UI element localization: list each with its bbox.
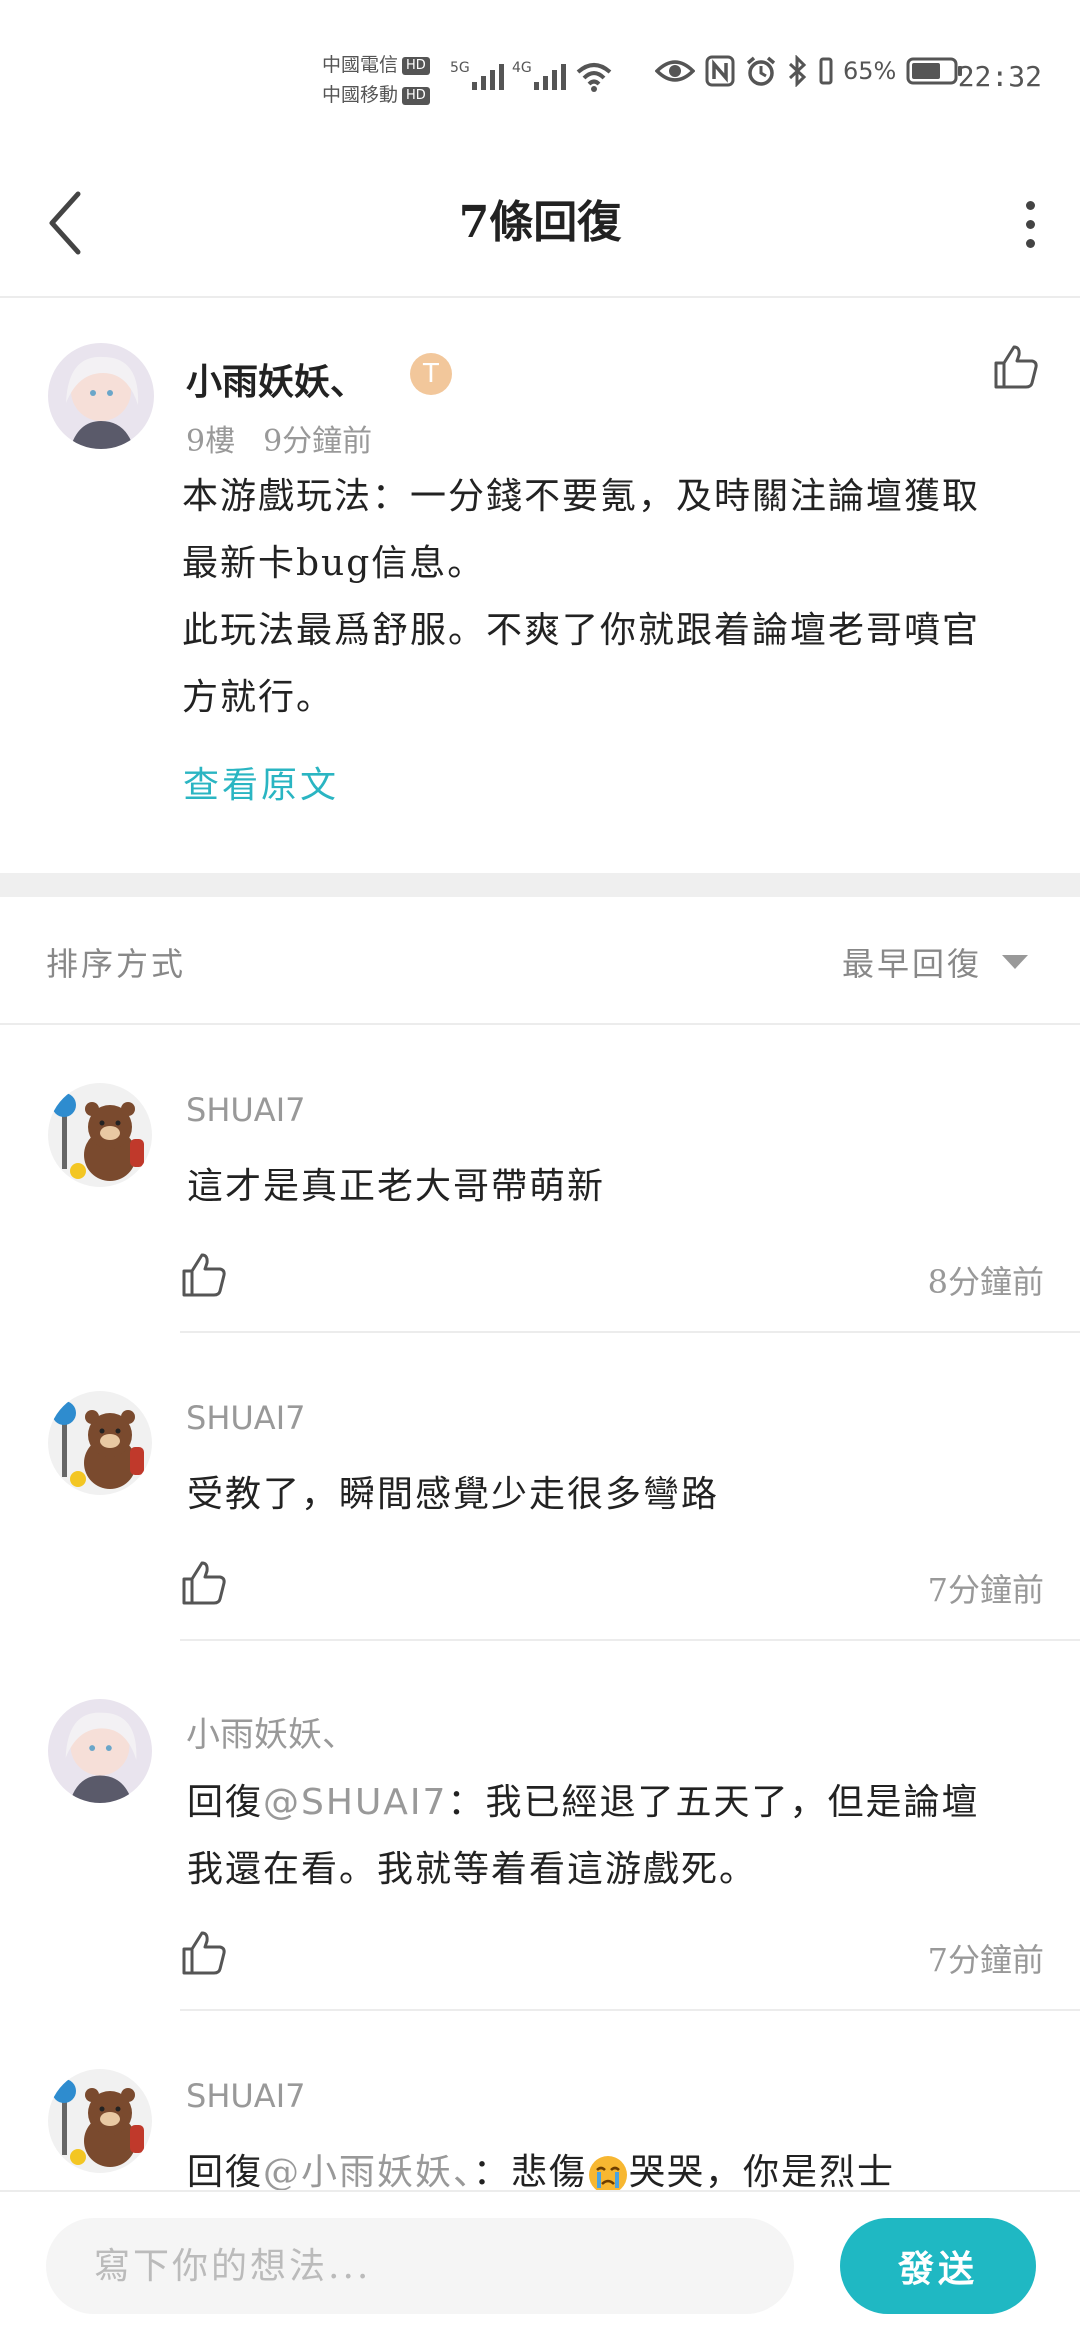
avatar[interactable] bbox=[48, 2069, 152, 2173]
carrier-info: 中國電信 HD 中國移動 HD bbox=[322, 50, 430, 110]
carrier-1: 中國電信 bbox=[322, 54, 399, 76]
mention-link[interactable]: @小雨妖妖、 bbox=[263, 2152, 473, 2191]
thumbs-up-icon[interactable] bbox=[992, 343, 1040, 391]
mention-link[interactable]: @SHUAI7 bbox=[263, 1782, 447, 1823]
avatar[interactable] bbox=[48, 343, 154, 449]
avatar[interactable] bbox=[48, 1391, 152, 1495]
reply-text: 回復@SHUAI7：我已經退了五天了，但是論壇我還在看。我就等着看這游戲死。 bbox=[187, 1769, 1017, 1903]
post-body: 本游戲玩法：一分錢不要氪，及時關注論壇獲取最新卡bug信息。 此玩法最爲舒服。不… bbox=[182, 463, 1012, 731]
original-post: 小雨妖妖、 T 9樓 9分鐘前 本游戲玩法：一分錢不要氪，及時關注論壇獲取最新卡b… bbox=[0, 298, 1080, 873]
hd-badge: HD bbox=[402, 86, 430, 105]
chevron-down-icon[interactable] bbox=[1002, 955, 1028, 969]
hd-badge: HD bbox=[402, 56, 430, 75]
more-options-icon[interactable] bbox=[1022, 194, 1038, 250]
reply-item: 小雨妖妖、 回復@SHUAI7：我已經退了五天了，但是論壇我還在看。我就等着看這… bbox=[0, 1641, 1080, 2013]
network-4g: 4G bbox=[512, 60, 532, 76]
thumbs-up-icon[interactable] bbox=[180, 1559, 228, 1607]
reply-text: 這才是真正老大哥帶萌新 bbox=[187, 1166, 606, 1207]
send-button[interactable]: 發送 bbox=[840, 2218, 1036, 2314]
compose-bar: 發送 bbox=[0, 2190, 1080, 2342]
view-original-link[interactable]: 查看原文 bbox=[183, 756, 339, 808]
reply-item: SHUAI7 回復@小雨妖妖、：悲傷 哭哭，你是烈士 bbox=[0, 2011, 1080, 2191]
eye-icon bbox=[655, 60, 695, 82]
reply-prefix: 回復 bbox=[187, 1782, 264, 1823]
vibrate-icon bbox=[819, 57, 833, 85]
carrier-2: 中國移動 bbox=[322, 84, 399, 106]
app-header: 7條回復 bbox=[0, 150, 1080, 298]
reply-username[interactable]: SHUAI7 bbox=[186, 2077, 305, 2115]
wifi-icon bbox=[576, 63, 612, 92]
reply-item: SHUAI7 這才是真正老大哥帶萌新 8分鐘前 bbox=[0, 1025, 1080, 1335]
reply-content: 哭哭，你是烈士 bbox=[629, 2152, 896, 2191]
reply-username[interactable]: SHUAI7 bbox=[186, 1091, 305, 1129]
section-divider bbox=[0, 873, 1080, 897]
sort-bar: 排序方式 最早回復 bbox=[0, 897, 1080, 1025]
battery-percent: 65% bbox=[843, 57, 897, 85]
post-body-line: 此玩法最爲舒服。不爽了你就跟着論壇老哥噴官方就行。 bbox=[182, 610, 981, 718]
status-bar: 中國電信 HD 中國移動 HD 5G 4G 65% 22:32 bbox=[0, 0, 1080, 150]
reply-item: SHUAI7 受教了，瞬間感覺少走很多彎路 7分鐘前 bbox=[0, 1333, 1080, 1643]
reply-text: 受教了，瞬間感覺少走很多彎路 bbox=[187, 1474, 720, 1515]
clock: 22:32 bbox=[957, 60, 1042, 93]
post-username[interactable]: 小雨妖妖、 bbox=[186, 353, 366, 405]
avatar[interactable] bbox=[48, 1699, 152, 1803]
reply-username[interactable]: SHUAI7 bbox=[186, 1399, 305, 1437]
bluetooth-icon bbox=[788, 55, 807, 87]
nfc-icon bbox=[705, 55, 735, 87]
post-body-line: 本游戲玩法：一分錢不要氪，及時關注論壇獲取最新卡bug信息。 bbox=[182, 476, 981, 584]
post-meta: 9樓 9分鐘前 bbox=[186, 416, 400, 460]
post-time: 9分鐘前 bbox=[263, 424, 373, 459]
crying-emoji-icon bbox=[589, 2156, 628, 2191]
reply-input[interactable] bbox=[46, 2218, 794, 2314]
sort-dropdown[interactable]: 最早回復 bbox=[842, 939, 982, 985]
reply-time: 7分鐘前 bbox=[927, 1941, 1044, 1979]
thumbs-up-icon[interactable] bbox=[180, 1929, 228, 1977]
level-badge: T bbox=[410, 353, 452, 395]
reply-time: 8分鐘前 bbox=[927, 1263, 1044, 1301]
sort-label: 排序方式 bbox=[46, 945, 187, 983]
reply-prefix: 回復 bbox=[187, 2152, 264, 2191]
alarm-icon bbox=[746, 56, 776, 86]
network-5g: 5G bbox=[450, 60, 470, 76]
avatar[interactable] bbox=[48, 1083, 152, 1187]
floor-number: 9樓 bbox=[186, 424, 236, 459]
reply-time: 7分鐘前 bbox=[927, 1571, 1044, 1609]
status-icons: 65% bbox=[655, 55, 964, 87]
reply-username[interactable]: 小雨妖妖、 bbox=[186, 1707, 356, 1756]
reply-content: ：悲傷 bbox=[473, 2152, 588, 2191]
battery-icon bbox=[906, 57, 963, 85]
page-title: 7條回復 bbox=[458, 197, 622, 248]
reply-text: 回復@小雨妖妖、：悲傷 哭哭，你是烈士 bbox=[187, 2139, 1017, 2191]
thumbs-up-icon[interactable] bbox=[180, 1251, 228, 1299]
